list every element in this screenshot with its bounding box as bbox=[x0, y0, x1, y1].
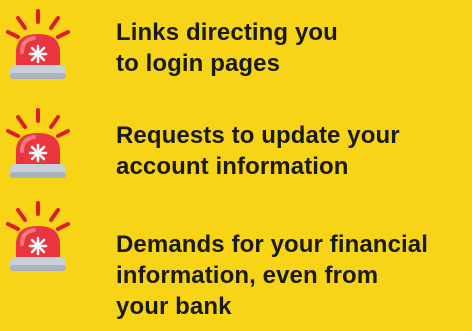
alert-text-line: account information bbox=[116, 153, 349, 180]
alert-text: Demands for your financial information, … bbox=[116, 229, 468, 322]
alert-text-line: your bank bbox=[116, 293, 232, 320]
siren-alarm-icon bbox=[6, 9, 70, 79]
alert-text: Links directing you to login pages bbox=[116, 17, 468, 79]
alert-text-line: to login pages bbox=[116, 50, 281, 77]
warning-signs-card: Links directing you to login pages Reque… bbox=[0, 0, 472, 331]
alert-text: Requests to update your account informat… bbox=[116, 120, 468, 182]
alert-text-line: Demands for your financial bbox=[116, 231, 428, 258]
siren-alarm-icon bbox=[6, 201, 70, 271]
alert-text-line: Links directing you bbox=[116, 19, 338, 46]
alert-text-line: Requests to update your bbox=[116, 122, 400, 149]
siren-alarm-icon bbox=[6, 108, 70, 178]
alert-text-line: information, even from bbox=[116, 262, 379, 289]
